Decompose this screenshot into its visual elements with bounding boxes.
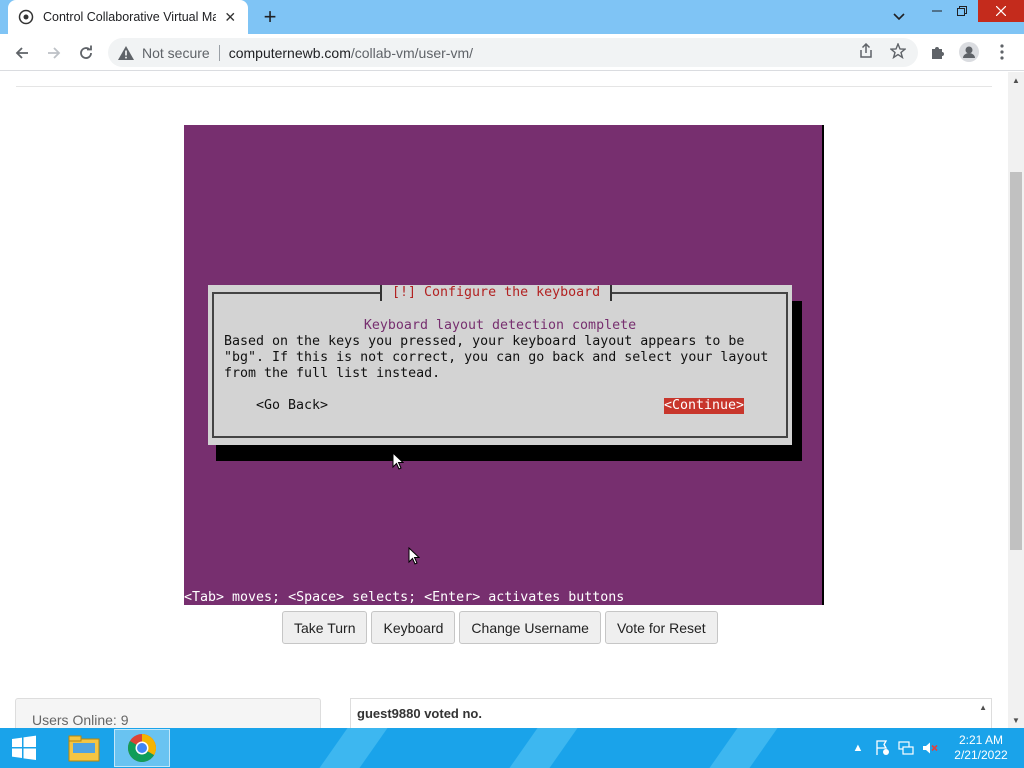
new-tab-button[interactable]: +	[258, 5, 282, 29]
url-path: /collab-vm/user-vm/	[350, 44, 474, 61]
vm-control-bar: Take Turn Keyboard Change Username Vote …	[282, 611, 718, 644]
clock-time: 2:21 AM	[958, 733, 1004, 747]
kebab-menu-icon[interactable]	[991, 41, 1013, 63]
page-scrollbar[interactable]: ▲ ▼	[1008, 72, 1024, 728]
puzzle-icon[interactable]	[927, 41, 949, 63]
file-explorer-icon[interactable]	[56, 729, 112, 767]
collabvm-icon	[18, 9, 34, 25]
url-text[interactable]: computernewb.com/collab-vm/user-vm/	[229, 45, 473, 61]
chrome-icon[interactable]	[114, 729, 170, 767]
close-window-button[interactable]	[978, 0, 1024, 22]
windows-start-icon[interactable]	[0, 728, 48, 768]
network-icon[interactable]	[896, 728, 916, 768]
taskbar-decoration	[695, 728, 785, 768]
continue-button[interactable]: <Continue>	[664, 398, 745, 414]
mouse-cursor-icon	[408, 547, 420, 565]
dialog-title: [!] Configure the keyboard	[380, 285, 613, 301]
system-clock[interactable]: 2:21 AM 2/21/2022	[946, 733, 1016, 763]
users-panel: Users Online: 9	[15, 698, 321, 728]
scroll-thumb[interactable]	[1010, 172, 1022, 550]
warning-icon[interactable]	[118, 45, 134, 61]
omnibox-divider	[218, 44, 220, 61]
security-label[interactable]: Not secure	[142, 45, 210, 61]
chat-scroll-up-icon[interactable]: ▲	[979, 703, 987, 712]
chat-panel[interactable]: guest9880 voted no. ▲	[350, 698, 992, 728]
profile-icon[interactable]	[958, 41, 980, 63]
mouse-cursor-icon	[392, 452, 404, 470]
address-bar[interactable]: Not secure computernewb.com/collab-vm/us…	[108, 38, 918, 67]
volume-muted-icon[interactable]	[920, 728, 940, 768]
scroll-down-icon[interactable]: ▼	[1008, 712, 1024, 728]
star-icon[interactable]	[888, 41, 908, 61]
dialog-body: Based on the keys you pressed, your keyb…	[224, 334, 769, 381]
vm-help-line: <Tab> moves; <Space> selects; <Enter> ac…	[184, 590, 625, 605]
browser-toolbar: Not secure computernewb.com/collab-vm/us…	[0, 34, 1024, 71]
chat-message: guest9880 voted no.	[357, 706, 482, 721]
go-back-button[interactable]: <Go Back>	[256, 398, 328, 414]
forward-arrow-icon[interactable]	[42, 41, 66, 65]
restore-button[interactable]	[947, 0, 977, 22]
action-center-flag-icon[interactable]	[872, 728, 892, 768]
reload-icon[interactable]	[74, 41, 98, 65]
change-username-button[interactable]: Change Username	[459, 611, 601, 644]
browser-tab[interactable]: Control Collaborative Virtual Ma ✕	[8, 0, 248, 34]
back-arrow-icon[interactable]	[10, 41, 34, 65]
vote-reset-button[interactable]: Vote for Reset	[604, 611, 718, 644]
keyboard-button[interactable]: Keyboard	[371, 611, 456, 644]
taskbar-decoration	[495, 728, 585, 768]
url-host: computernewb.com	[228, 44, 351, 61]
clock-date: 2/21/2022	[954, 748, 1008, 762]
divider	[16, 86, 992, 87]
show-hidden-icons-icon[interactable]: ▲	[850, 728, 866, 768]
vm-edge	[822, 125, 824, 605]
browser-tab-strip: Control Collaborative Virtual Ma ✕ +	[0, 0, 1024, 34]
scroll-up-icon[interactable]: ▲	[1008, 72, 1024, 88]
share-icon[interactable]	[856, 41, 876, 61]
dialog-heading: Keyboard layout detection complete	[363, 318, 637, 333]
taskbar: ▲ 2:21 AM 2/21/2022	[0, 728, 1024, 768]
vm-screen[interactable]: [!] Configure the keyboard Keyboard layo…	[184, 125, 824, 605]
tab-title: Control Collaborative Virtual Ma	[43, 10, 217, 24]
take-turn-button[interactable]: Take Turn	[282, 611, 368, 644]
users-online-count: Users Online: 9	[32, 712, 129, 728]
installer-dialog: [!] Configure the keyboard Keyboard layo…	[208, 285, 792, 445]
close-tab-icon[interactable]: ✕	[222, 9, 238, 25]
page-content: [!] Configure the keyboard Keyboard layo…	[0, 72, 1008, 728]
taskbar-decoration	[305, 728, 395, 768]
tab-search-icon[interactable]	[884, 6, 914, 28]
